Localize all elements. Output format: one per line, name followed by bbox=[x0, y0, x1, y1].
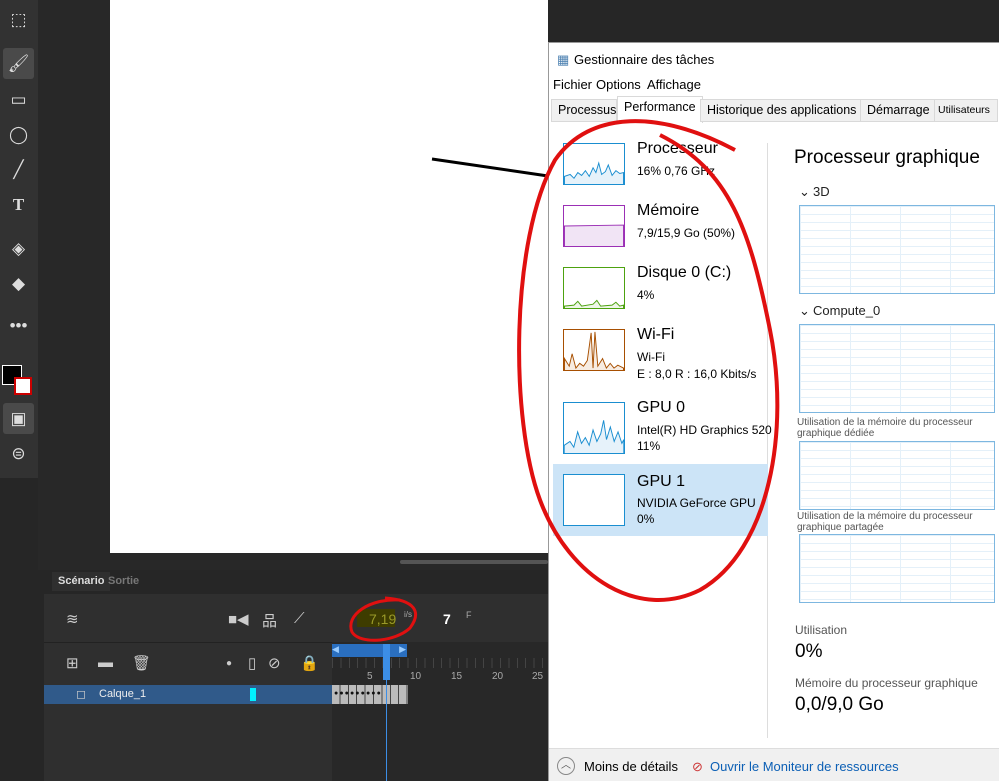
drawn-line bbox=[431, 157, 549, 178]
red-circle-annotation bbox=[517, 119, 780, 602]
red-circle-fps-annotation bbox=[349, 596, 417, 642]
annotation-overlay bbox=[349, 119, 780, 642]
